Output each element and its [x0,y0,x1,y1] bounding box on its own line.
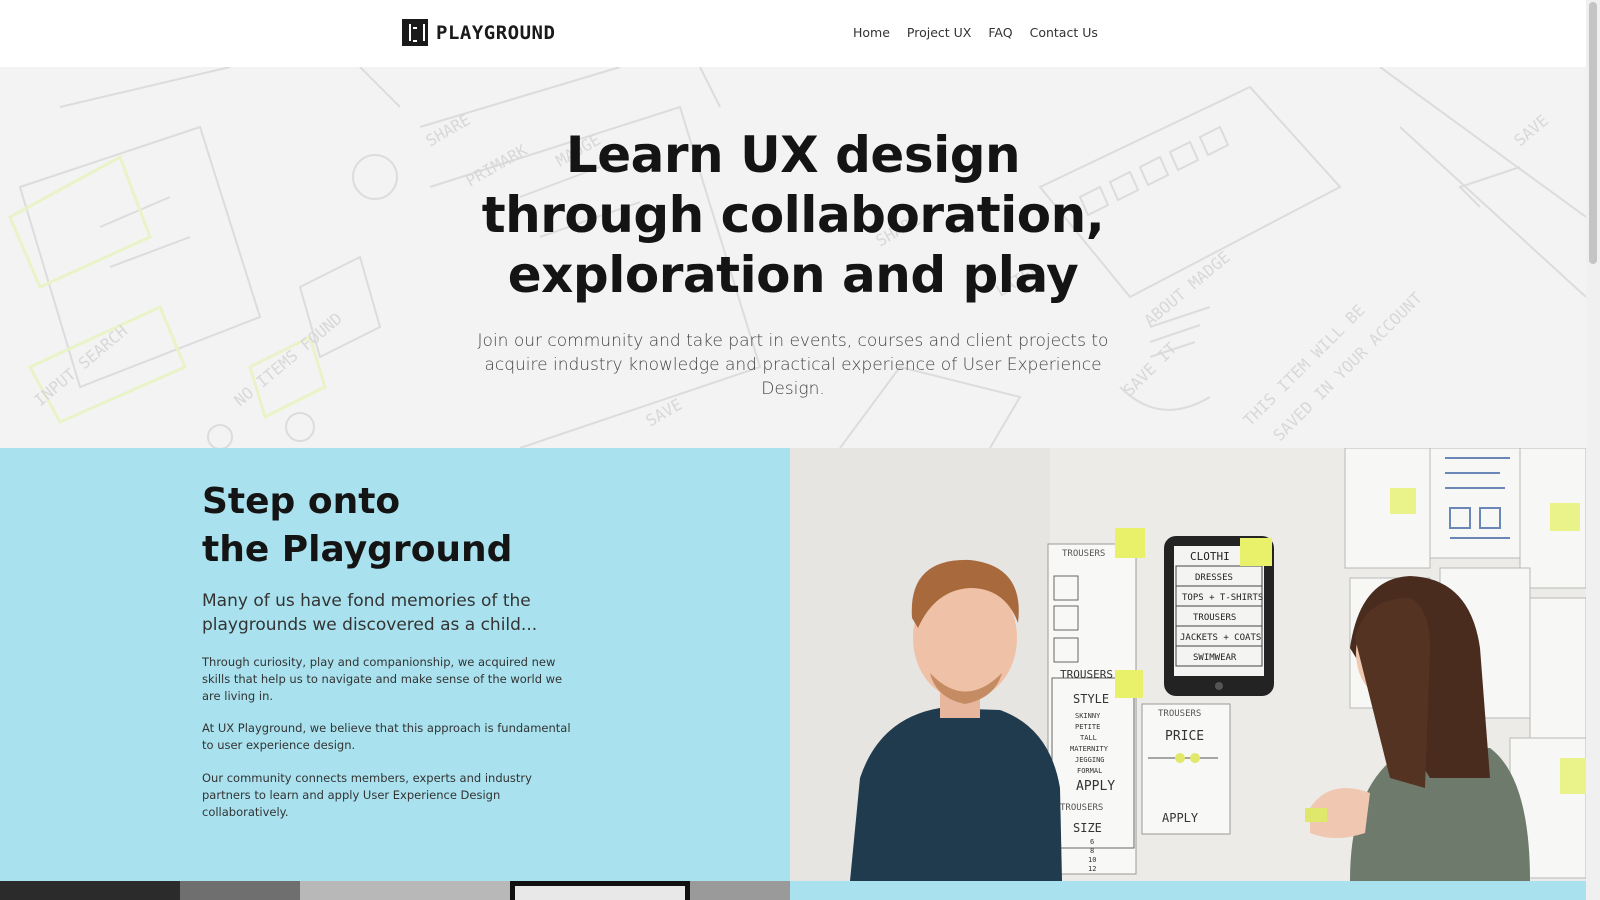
wall-menu-item: SWIMWEAR [1193,653,1237,663]
wall-style-item: FORMAL [1077,767,1102,775]
logo-text: PLAYGROUND [436,21,556,44]
wall-trousers-right-label: TROUSERS [1158,709,1201,719]
wall-menu-item: JACKETS + COATS [1180,633,1261,643]
hero-title-line: Learn UX design [565,126,1021,184]
wall-trousers-low-label: TROUSERS [1060,803,1103,813]
hero-subtitle: Join our community and take part in even… [477,331,1109,399]
wall-apply-left-label: APPLY [1076,779,1115,794]
intro-heading-line: the Playground [202,529,513,570]
logo-link[interactable]: PLAYGROUND [402,19,555,46]
wall-trousers-top-label: TROUSERS [1062,549,1105,559]
team-photo: TROUSERS TROUSERS STYLE SKINNY PETITE TA… [790,448,1586,881]
page-scrollbar[interactable] [1586,0,1600,900]
wall-style-item: TALL [1080,734,1097,742]
team-photo-illustration: TROUSERS TROUSERS STYLE SKINNY PETITE TA… [790,448,1586,881]
wall-style-item: PETITE [1075,723,1100,731]
wall-style-label: STYLE [1073,692,1109,706]
intro-paragraph: Through curiosity, play and companionshi… [202,655,563,703]
site-header: PLAYGROUND Home Project UX FAQ Contact U… [0,0,1586,67]
wall-trousers-mid-label: TROUSERS [1060,668,1113,681]
next-section-photo-strip [0,881,790,900]
wall-style-item: SKINNY [1075,712,1101,720]
intro-lead: Many of us have fond memories of the pla… [202,591,538,635]
intro-heading: Step onto the Playground [202,478,512,574]
intro-paragraph: Our community connects members, experts … [202,771,532,819]
strip-photo-illustration [0,881,790,900]
wall-price-label: PRICE [1165,729,1204,744]
playground-logo-icon [402,19,428,46]
wall-clothing-label: CLOTHI [1190,550,1230,563]
nav-home[interactable]: Home [853,25,890,40]
main-nav: Home Project UX FAQ Contact Us [853,25,1098,40]
wall-style-item: JEGGING [1075,756,1105,764]
wall-menu-item: TROUSERS [1193,613,1236,623]
wall-size-item: 12 [1088,865,1096,873]
nav-faq[interactable]: FAQ [988,25,1012,40]
wall-size-item: 10 [1088,856,1096,864]
wall-apply-right-label: APPLY [1162,811,1199,825]
intro-section: Step onto the Playground Many of us have… [0,448,790,881]
hero-title: Learn UX design through collaboration, e… [0,125,1586,305]
hero-title-line: exploration and play [507,246,1079,304]
hero-section: SHARE PRIMARK MADGE SAVE IT THIS ITEM WI… [0,67,1586,448]
wall-menu-item: TOPS + T-SHIRTS [1182,593,1263,603]
scrollbar-thumb[interactable] [1589,2,1597,264]
hero-title-line: through collaboration, [481,186,1105,244]
nav-project-ux[interactable]: Project UX [907,25,971,40]
wall-size-label: SIZE [1073,821,1102,835]
next-section-teal-strip [790,881,1586,900]
wall-size-item: 8 [1090,847,1094,855]
nav-contact-us[interactable]: Contact Us [1030,25,1098,40]
svg-text:NO ITEMS FOUND: NO ITEMS FOUND [230,309,346,410]
wall-style-item: MATERNITY [1070,745,1109,753]
intro-heading-line: Step onto [202,481,401,522]
intro-paragraph: At UX Playground, we believe that this a… [202,721,571,752]
wall-menu-item: DRESSES [1195,573,1233,583]
wall-size-item: 6 [1090,838,1094,846]
